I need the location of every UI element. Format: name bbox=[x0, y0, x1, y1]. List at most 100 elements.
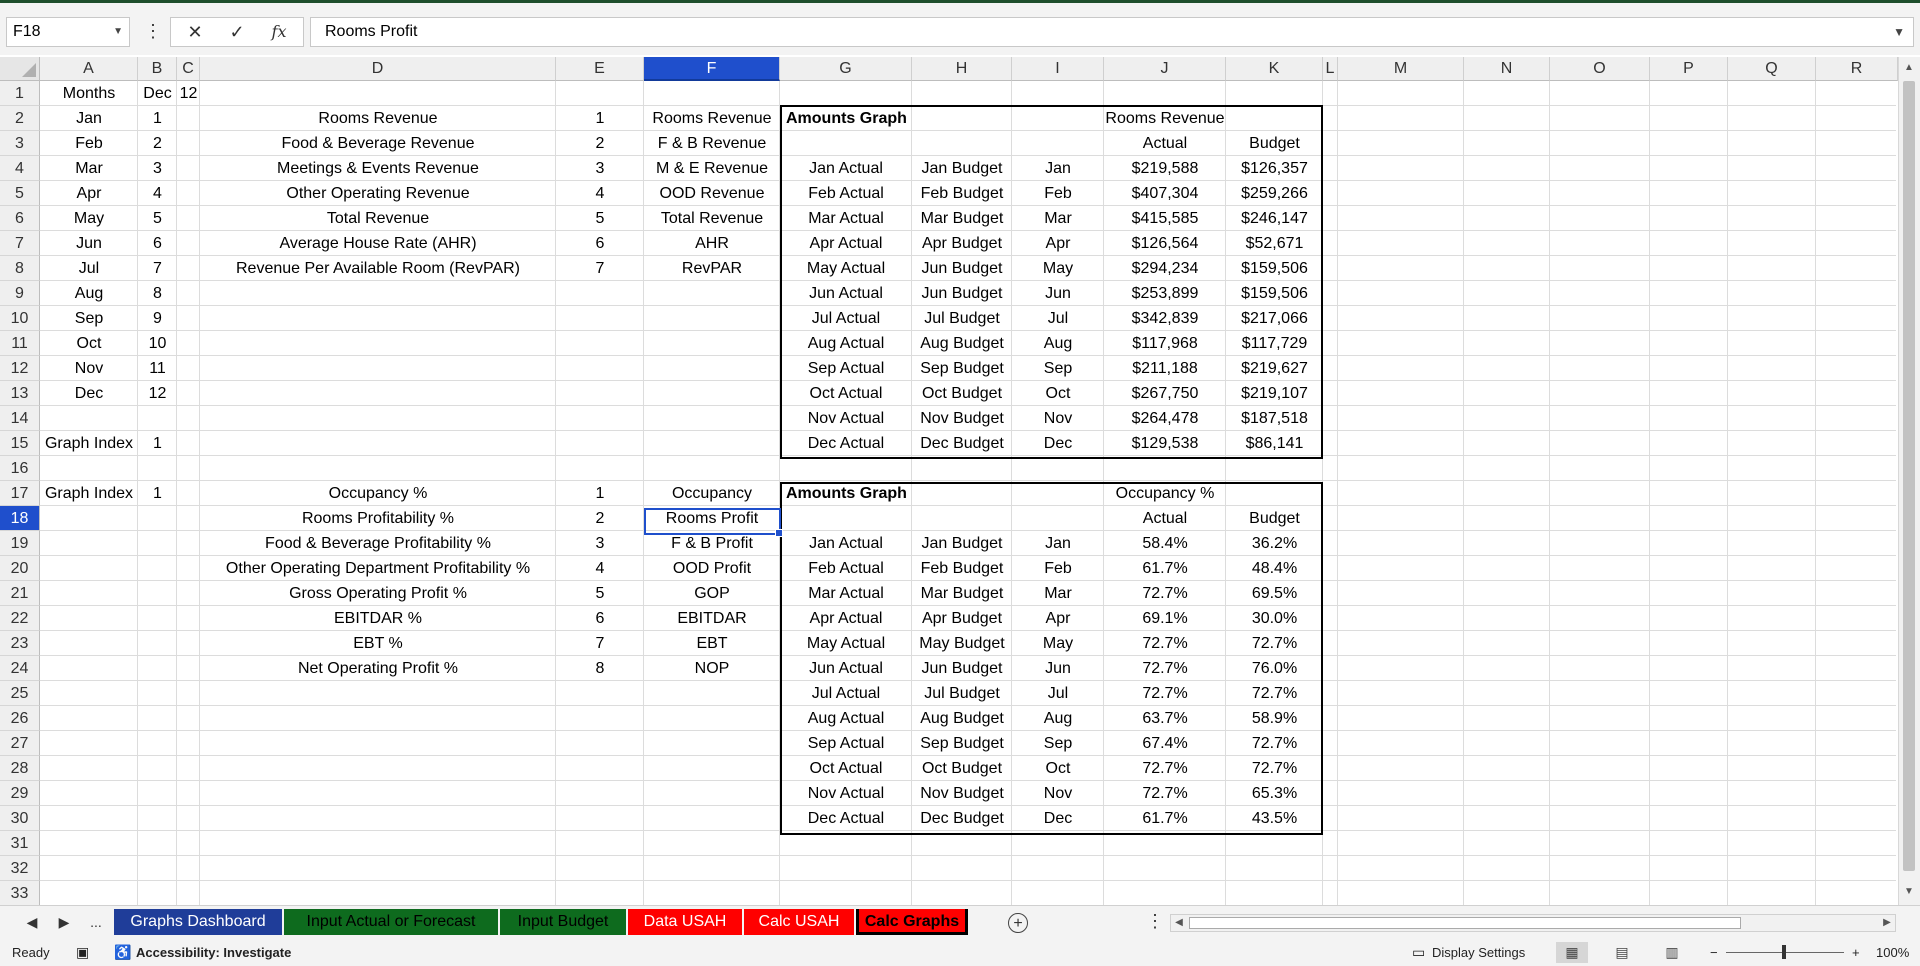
row-header-31[interactable]: 31 bbox=[0, 831, 40, 856]
budget-header[interactable]: Budget bbox=[1226, 131, 1323, 156]
budget-value[interactable]: $159,506 bbox=[1226, 281, 1323, 306]
actual-value[interactable]: $294,234 bbox=[1104, 256, 1226, 281]
cancel-icon[interactable]: ✕ bbox=[175, 18, 215, 46]
scroll-right-icon[interactable]: ▶ bbox=[1880, 915, 1894, 931]
row-header-20[interactable]: 20 bbox=[0, 556, 40, 581]
revenue-short-name[interactable]: F & B Revenue bbox=[644, 131, 780, 156]
display-settings-button[interactable]: Display Settings bbox=[1432, 939, 1525, 966]
month-number[interactable]: 7 bbox=[138, 256, 177, 281]
profit-number[interactable]: 2 bbox=[556, 506, 644, 531]
revenue-item[interactable]: Rooms Revenue bbox=[200, 106, 556, 131]
column-header-i[interactable]: I bbox=[1012, 57, 1104, 81]
table-month[interactable]: Jun bbox=[1012, 656, 1104, 681]
budget-value[interactable]: $219,627 bbox=[1226, 356, 1323, 381]
column-header-k[interactable]: K bbox=[1226, 57, 1323, 81]
column-header-j[interactable]: J bbox=[1104, 57, 1226, 81]
actual-label[interactable]: Sep Actual bbox=[780, 356, 912, 381]
budget-label[interactable]: Jul Budget bbox=[912, 306, 1012, 331]
revenue-short-name[interactable]: Total Revenue bbox=[644, 206, 780, 231]
profit-short-name[interactable]: Rooms Profit bbox=[644, 506, 780, 531]
column-header-p[interactable]: P bbox=[1650, 57, 1728, 81]
profit-short-name[interactable]: EBT bbox=[644, 631, 780, 656]
actual-label[interactable]: Jul Actual bbox=[780, 306, 912, 331]
actual-value[interactable]: $267,750 bbox=[1104, 381, 1226, 406]
cell-a1[interactable]: Months bbox=[40, 81, 138, 106]
next-sheet-icon[interactable]: ▶ bbox=[52, 912, 76, 932]
scroll-down-icon[interactable]: ▼ bbox=[1902, 885, 1916, 899]
cell-c1[interactable]: 12 bbox=[177, 81, 200, 106]
horizontal-scrollbar[interactable]: ◀ ▶ bbox=[1170, 914, 1896, 932]
budget-label[interactable]: Sep Budget bbox=[912, 356, 1012, 381]
column-header-d[interactable]: D bbox=[200, 57, 556, 81]
actual-label[interactable]: Apr Actual bbox=[780, 606, 912, 631]
month-label[interactable]: Oct bbox=[40, 331, 138, 356]
month-label[interactable]: Dec bbox=[40, 381, 138, 406]
row-header-24[interactable]: 24 bbox=[0, 656, 40, 681]
table-month[interactable]: Mar bbox=[1012, 206, 1104, 231]
sheet-tab-graphs-dashboard[interactable]: Graphs Dashboard bbox=[114, 909, 282, 935]
cell-b1[interactable]: Dec bbox=[138, 81, 177, 106]
revenue-number[interactable]: 4 bbox=[556, 181, 644, 206]
actual-label[interactable]: May Actual bbox=[780, 631, 912, 656]
table-title[interactable]: Amounts Graph bbox=[780, 106, 912, 131]
table-month[interactable]: Jan bbox=[1012, 156, 1104, 181]
profit-item[interactable]: Rooms Profitability % bbox=[200, 506, 556, 531]
profit-short-name[interactable]: EBITDAR bbox=[644, 606, 780, 631]
sheet-tab-calc-usah[interactable]: Calc USAH bbox=[744, 909, 854, 935]
horizontal-scroll-thumb[interactable] bbox=[1189, 917, 1741, 929]
actual-label[interactable]: Jan Actual bbox=[780, 531, 912, 556]
table-month[interactable]: Jun bbox=[1012, 281, 1104, 306]
revenue-item[interactable]: Food & Beverage Revenue bbox=[200, 131, 556, 156]
row-header-32[interactable]: 32 bbox=[0, 856, 40, 881]
budget-value[interactable]: $219,107 bbox=[1226, 381, 1323, 406]
profit-number[interactable]: 5 bbox=[556, 581, 644, 606]
graph-index-label[interactable]: Graph Index bbox=[40, 481, 138, 506]
profit-number[interactable]: 3 bbox=[556, 531, 644, 556]
budget-value[interactable]: $52,671 bbox=[1226, 231, 1323, 256]
profit-item[interactable]: Food & Beverage Profitability % bbox=[200, 531, 556, 556]
vertical-scroll-thumb[interactable] bbox=[1903, 81, 1915, 871]
profit-number[interactable]: 1 bbox=[556, 481, 644, 506]
budget-value[interactable]: $117,729 bbox=[1226, 331, 1323, 356]
actual-label[interactable]: Jan Actual bbox=[780, 156, 912, 181]
actual-value[interactable]: 72.7% bbox=[1104, 681, 1226, 706]
budget-label[interactable]: Jan Budget bbox=[912, 156, 1012, 181]
row-header-9[interactable]: 9 bbox=[0, 281, 40, 306]
sheet-tab-data-usah[interactable]: Data USAH bbox=[628, 909, 742, 935]
actual-value[interactable]: 69.1% bbox=[1104, 606, 1226, 631]
column-header-o[interactable]: O bbox=[1550, 57, 1650, 81]
page-layout-view-icon[interactable]: ▤ bbox=[1606, 942, 1638, 963]
row-header-14[interactable]: 14 bbox=[0, 406, 40, 431]
profit-item[interactable]: Occupancy % bbox=[200, 481, 556, 506]
profit-short-name[interactable]: OOD Profit bbox=[644, 556, 780, 581]
budget-value[interactable]: $159,506 bbox=[1226, 256, 1323, 281]
revenue-short-name[interactable]: OOD Revenue bbox=[644, 181, 780, 206]
normal-view-icon[interactable]: ▦ bbox=[1556, 942, 1588, 963]
column-header-c[interactable]: C bbox=[177, 57, 200, 81]
actual-label[interactable]: Jun Actual bbox=[780, 656, 912, 681]
sheet-tab-calc-graphs[interactable]: Calc Graphs bbox=[856, 909, 968, 935]
actual-label[interactable]: Feb Actual bbox=[780, 556, 912, 581]
row-header-5[interactable]: 5 bbox=[0, 181, 40, 206]
table-month[interactable]: Aug bbox=[1012, 331, 1104, 356]
sheet-tab-input-actual-or-forecast[interactable]: Input Actual or Forecast bbox=[284, 909, 498, 935]
budget-value[interactable]: 30.0% bbox=[1226, 606, 1323, 631]
budget-label[interactable]: Nov Budget bbox=[912, 406, 1012, 431]
row-header-23[interactable]: 23 bbox=[0, 631, 40, 656]
month-number[interactable]: 2 bbox=[138, 131, 177, 156]
month-label[interactable]: Jul bbox=[40, 256, 138, 281]
table-month[interactable]: Mar bbox=[1012, 581, 1104, 606]
row-header-30[interactable]: 30 bbox=[0, 806, 40, 831]
actual-label[interactable]: Dec Actual bbox=[780, 431, 912, 456]
column-header-b[interactable]: B bbox=[138, 57, 177, 81]
column-header-n[interactable]: N bbox=[1464, 57, 1550, 81]
month-label[interactable]: Nov bbox=[40, 356, 138, 381]
row-header-21[interactable]: 21 bbox=[0, 581, 40, 606]
table-month[interactable]: Nov bbox=[1012, 406, 1104, 431]
budget-value[interactable]: 58.9% bbox=[1226, 706, 1323, 731]
actual-label[interactable]: Sep Actual bbox=[780, 731, 912, 756]
budget-label[interactable]: Jun Budget bbox=[912, 281, 1012, 306]
profit-item[interactable]: Net Operating Profit % bbox=[200, 656, 556, 681]
budget-value[interactable]: $246,147 bbox=[1226, 206, 1323, 231]
actual-label[interactable]: Oct Actual bbox=[780, 756, 912, 781]
